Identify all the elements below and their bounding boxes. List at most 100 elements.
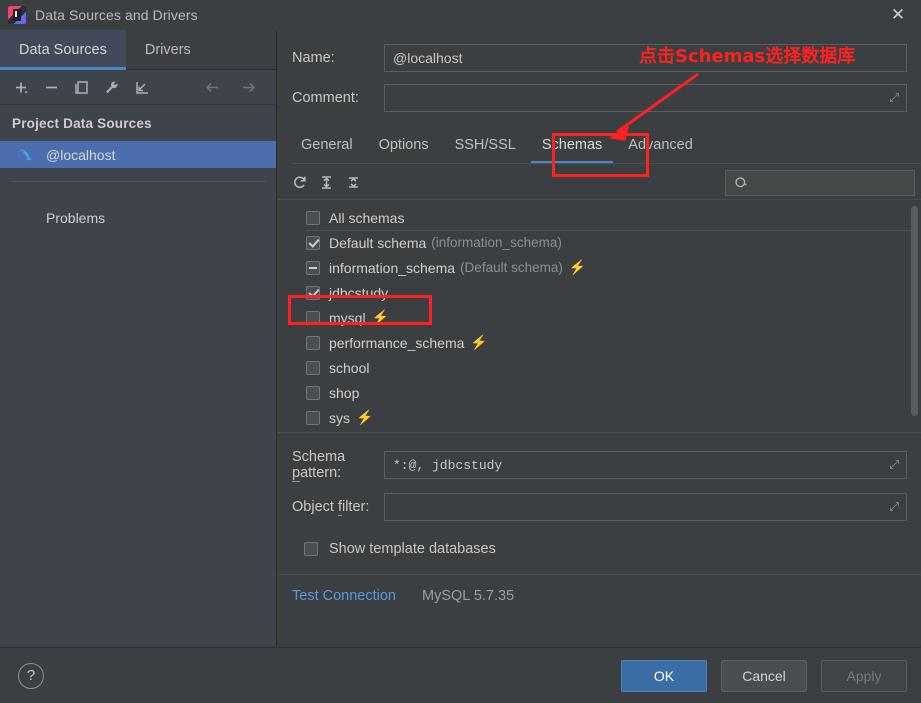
schema-name: jdbcstudy: [329, 284, 389, 301]
test-connection-link[interactable]: Test Connection: [292, 588, 396, 604]
database-version-label: MySQL 5.7.35: [421, 588, 515, 604]
expand-icon[interactable]: ⤢: [889, 458, 899, 473]
name-value: @localhost: [393, 50, 463, 66]
schema-row[interactable]: performance_schema ⚡: [278, 330, 921, 355]
copy-icon[interactable]: [68, 74, 95, 100]
introspection-bolt-icon: ⚡: [470, 334, 488, 350]
refresh-icon[interactable]: [286, 170, 313, 196]
schema-row[interactable]: shop: [278, 380, 921, 405]
schema-checkbox[interactable]: [306, 260, 320, 275]
apply-button[interactable]: Apply: [821, 659, 907, 692]
ok-button[interactable]: OK: [621, 659, 707, 692]
show-template-databases-row[interactable]: Show template databases: [292, 533, 907, 557]
top-form: Name: @localhost Comment: ⤢: [278, 30, 921, 112]
help-icon[interactable]: ?: [18, 662, 44, 689]
name-label: Name:: [292, 50, 335, 66]
schema-name: shop: [329, 384, 360, 401]
tab-general[interactable]: General: [288, 128, 366, 162]
schema-pattern-row: Schema pattern: *:@, jdbcstudy ⤢: [292, 449, 907, 482]
show-template-databases-label: Show template databases: [329, 541, 496, 557]
schema-toolbar: [278, 166, 921, 200]
introspection-bolt-icon: ⚡: [568, 259, 587, 275]
tab-schemas[interactable]: Schemas: [529, 128, 615, 164]
expand-icon[interactable]: ⤢: [889, 500, 899, 515]
schema-checkbox[interactable]: [306, 210, 320, 225]
tab-options[interactable]: Options: [366, 128, 442, 162]
close-icon[interactable]: ✕: [875, 0, 921, 30]
main-panel: Name: @localhost Comment: ⤢ General Opti…: [278, 30, 921, 646]
schema-name: sys: [329, 409, 350, 426]
sidebar-item-problems[interactable]: Problems: [0, 182, 276, 226]
title-bar: Data Sources and Drivers ✕: [0, 0, 921, 30]
intellij-idea-icon: [8, 6, 26, 24]
sidebar-item-localhost[interactable]: @localhost: [0, 141, 276, 168]
schema-checkbox[interactable]: [306, 410, 320, 425]
schema-row[interactable]: school: [278, 355, 921, 380]
tab-data-sources[interactable]: Data Sources: [0, 30, 126, 70]
schema-checkbox[interactable]: [306, 335, 320, 350]
schema-note: (information_schema): [431, 235, 562, 250]
schema-checkbox[interactable]: [306, 360, 320, 375]
schema-list[interactable]: All schemas Default schema (information_sc…: [278, 200, 921, 432]
comment-row: Comment: ⤢: [292, 84, 907, 112]
left-panel-toolbar: [0, 70, 276, 105]
search-input[interactable]: [725, 170, 915, 196]
object-filter-label: Object filter:: [292, 499, 370, 516]
comment-label: Comment:: [292, 90, 359, 106]
show-template-databases-checkbox[interactable]: [304, 542, 318, 556]
tab-advanced[interactable]: Advanced: [615, 128, 706, 162]
schema-list-scrollbar[interactable]: [911, 206, 918, 416]
schema-name: information_schema: [329, 259, 456, 276]
expand-icon[interactable]: ⤢: [889, 91, 899, 106]
collapse-all-icon[interactable]: [340, 170, 367, 196]
schema-pattern-input[interactable]: *:@, jdbcstudy ⤢: [384, 451, 907, 479]
back-arrow-icon[interactable]: [199, 74, 226, 100]
left-panel: Data Sources Drivers Project Data Source…: [0, 30, 277, 646]
tab-drivers[interactable]: Drivers: [126, 30, 210, 70]
name-row: Name: @localhost: [292, 44, 907, 72]
wrench-icon[interactable]: [98, 74, 125, 100]
import-icon[interactable]: [128, 74, 155, 100]
object-filter-row: Object filter: ⤢: [292, 493, 907, 521]
schema-checkbox[interactable]: [306, 310, 320, 325]
schema-note: (Default schema): [460, 260, 563, 275]
schema-row[interactable]: All schemas: [278, 205, 921, 231]
schema-name: performance_schema: [329, 334, 465, 351]
schema-row[interactable]: jdbcstudy: [278, 280, 921, 305]
dialog-window: Data Sources and Drivers ✕ Data Sources …: [0, 0, 921, 703]
test-connection-row: Test Connection MySQL 5.7.35: [278, 575, 921, 604]
window-title: Data Sources and Drivers: [35, 7, 198, 23]
tab-ssh-ssl[interactable]: SSH/SSL: [442, 128, 529, 162]
object-filter-input[interactable]: ⤢: [384, 493, 907, 521]
schema-row[interactable]: sys ⚡: [278, 405, 921, 430]
schema-checkbox[interactable]: [306, 285, 320, 300]
bottom-form: Schema pattern: *:@, jdbcstudy ⤢ Object …: [278, 433, 921, 557]
left-panel-tabs: Data Sources Drivers: [0, 30, 276, 70]
comment-input[interactable]: ⤢: [384, 84, 907, 112]
config-tabs: General Options SSH/SSL Schemas Advanced: [288, 124, 921, 164]
schema-name: All schemas: [329, 209, 405, 226]
add-icon[interactable]: [8, 74, 35, 100]
schema-row[interactable]: mysql ⚡: [278, 305, 921, 330]
sidebar-item-label: @localhost: [46, 146, 116, 163]
forward-arrow-icon[interactable]: [235, 74, 262, 100]
introspection-bolt-icon: ⚡: [371, 309, 389, 325]
schema-name: mysql: [329, 309, 366, 326]
cancel-button[interactable]: Cancel: [721, 659, 807, 692]
schema-row[interactable]: information_schema (Default schema) ⚡: [278, 255, 921, 280]
schema-name: school: [329, 359, 370, 376]
search-icon: [735, 176, 747, 187]
dialog-footer: ? OK Cancel Apply: [0, 647, 921, 703]
remove-icon[interactable]: [38, 74, 65, 100]
schema-checkbox[interactable]: [306, 235, 320, 250]
tabs-underline: [292, 163, 921, 164]
schema-row[interactable]: Default schema (information_schema): [278, 230, 921, 255]
schema-pattern-label: Schema pattern:: [292, 449, 346, 482]
schema-pattern-value: *:@, jdbcstudy: [393, 457, 503, 473]
schema-name: Default schema: [329, 234, 427, 251]
name-input[interactable]: @localhost: [384, 44, 907, 72]
expand-all-icon[interactable]: [313, 170, 340, 196]
project-data-sources-heading: Project Data Sources: [12, 116, 152, 131]
schema-checkbox[interactable]: [306, 385, 320, 400]
introspection-bolt-icon: ⚡: [356, 409, 374, 425]
